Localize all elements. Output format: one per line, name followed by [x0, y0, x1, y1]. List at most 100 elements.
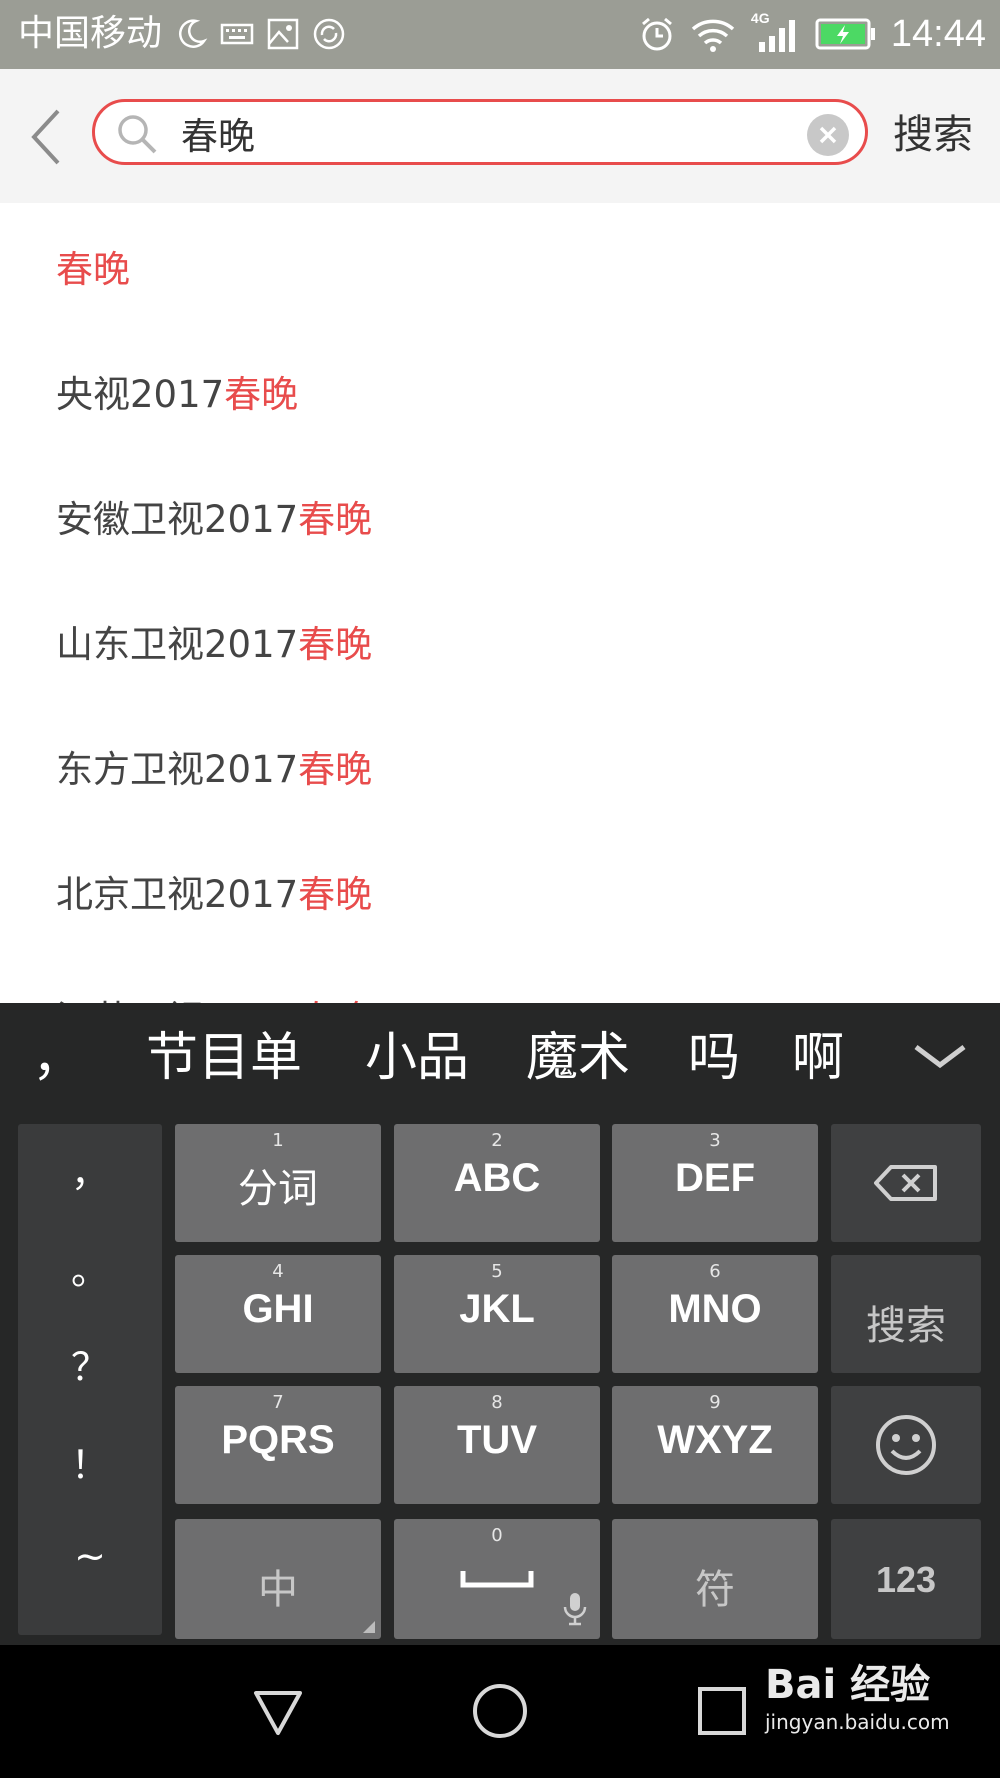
suggestion-item[interactable]: 北京卫视2017 春晚 — [0, 828, 1000, 953]
suggestion-highlight: 春晚 — [298, 872, 373, 916]
signal-icon: 4G — [751, 10, 801, 54]
suggestion-prefix: 北京卫视2017 — [56, 872, 299, 916]
home-circle-icon[interactable] — [470, 1681, 530, 1741]
key-label: PQRS — [221, 1418, 335, 1462]
key-label: JKL — [459, 1287, 535, 1331]
key-label: 分词 — [238, 1166, 318, 1212]
candidate-bar: ， 节目单 小品 魔术 吗 啊 — [0, 1003, 1000, 1111]
key-label: GHI — [242, 1287, 314, 1331]
suggestion-item[interactable]: 东方卫视2017 春晚 — [0, 703, 1000, 828]
search-button[interactable]: 搜索 — [893, 105, 973, 165]
key-3[interactable]: 3 DEF — [612, 1124, 818, 1242]
key-1[interactable]: 1 分词 — [175, 1124, 381, 1242]
suggestion-prefix: 江苏卫视2017 — [56, 989, 298, 1004]
backspace-icon — [874, 1165, 937, 1201]
key-5[interactable]: 5 JKL — [394, 1255, 600, 1373]
search-key[interactable]: 搜索 — [831, 1255, 981, 1373]
corner-triangle-icon — [363, 1621, 375, 1633]
key-number: 8 — [491, 1392, 503, 1413]
suggestion-list: 春晚 央视2017 春晚 安徽卫视2017 春晚 山东卫视2017 春晚 东方卫视20… — [0, 203, 1000, 1004]
key-label: WXYZ — [657, 1418, 773, 1462]
sync-icon — [313, 18, 345, 50]
key-label: ABC — [453, 1156, 541, 1200]
search-input[interactable] — [181, 108, 781, 158]
symbols-key[interactable]: 符 — [612, 1519, 818, 1639]
suggestion-prefix: 山东卫视2017 — [56, 622, 299, 666]
status-bar: 中国移动 4G 14:44 — [0, 0, 1000, 69]
key-number: 5 — [491, 1261, 503, 1282]
battery-charging-icon — [815, 18, 875, 50]
punctuation-key[interactable]: ， — [18, 1142, 162, 1197]
candidate-item[interactable]: 啊 — [792, 1023, 844, 1093]
suggestion-highlight: 春晚 — [298, 622, 373, 666]
suggestion-item[interactable]: 安徽卫视2017 春晚 — [0, 453, 1000, 578]
backspace-key[interactable] — [831, 1124, 981, 1242]
back-triangle-icon[interactable] — [248, 1681, 308, 1741]
key-label: 123 — [875, 1559, 937, 1600]
key-label: 符 — [695, 1567, 735, 1613]
carrier-label: 中国移动 — [18, 13, 163, 54]
alarm-icon — [641, 17, 672, 51]
suggestion-highlight: 春晚 — [224, 372, 299, 416]
image-icon — [267, 18, 299, 50]
suggestion-item[interactable]: 江苏卫视2017春晚 — [0, 953, 1000, 1004]
space-bar-icon — [460, 1571, 534, 1588]
chinese-mode-key[interactable]: 中 — [175, 1519, 381, 1639]
wifi-icon — [691, 19, 735, 52]
key-number: 1 — [272, 1130, 284, 1151]
suggestion-item[interactable]: 央视2017 春晚 — [0, 328, 1000, 453]
suggestion-highlight: 春晚 — [298, 747, 373, 791]
suggestion-highlight: 春晚 — [298, 989, 372, 1004]
candidate-item[interactable]: 节目单 — [146, 1023, 302, 1093]
key-6[interactable]: 6 MNO — [612, 1255, 818, 1373]
key-number: 0 — [491, 1525, 503, 1546]
key-8[interactable]: 8 TUV — [394, 1386, 600, 1504]
punctuation-key[interactable]: 。 — [18, 1240, 162, 1295]
search-box[interactable] — [92, 99, 868, 165]
candidate-item[interactable]: ， — [32, 1023, 84, 1093]
key-label: 搜索 — [866, 1303, 946, 1349]
chevron-down-icon[interactable] — [910, 1039, 970, 1075]
candidate-item[interactable]: 小品 — [365, 1023, 469, 1093]
emoji-key[interactable] — [831, 1386, 981, 1504]
punctuation-column: ， 。 ？ ！ ~ — [18, 1124, 162, 1635]
ime-keyboard: ， 节目单 小品 魔术 吗 啊 ， 。 ？ ！ ~ 1 分词 2 ABC 3 D… — [0, 1003, 1000, 1645]
clear-search-button[interactable] — [807, 114, 849, 156]
key-label: 中 — [258, 1567, 298, 1613]
suggestion-item[interactable]: 山东卫视2017 春晚 — [0, 578, 1000, 703]
key-number: 6 — [709, 1261, 721, 1282]
search-icon — [118, 115, 157, 154]
search-header: 搜索 — [0, 69, 1000, 203]
key-number: 2 — [491, 1130, 503, 1151]
punctuation-key[interactable]: ！ — [18, 1434, 162, 1489]
baidu-jingyan-watermark: Bai 经验 jingyan.baidu.com — [765, 1660, 950, 1734]
key-label: DEF — [675, 1156, 755, 1200]
candidate-item[interactable]: 吗 — [688, 1023, 740, 1093]
key-number: 4 — [272, 1261, 284, 1282]
punctuation-key[interactable]: ~ — [18, 1534, 162, 1578]
moon-icon — [179, 19, 208, 48]
key-7[interactable]: 7 PQRS — [175, 1386, 381, 1504]
candidate-item[interactable]: 魔术 — [526, 1023, 630, 1093]
key-9[interactable]: 9 WXYZ — [612, 1386, 818, 1504]
suggestion-item[interactable]: 春晚 — [0, 203, 1000, 328]
space-key[interactable]: 0 — [394, 1519, 600, 1639]
back-icon[interactable] — [22, 103, 72, 173]
microphone-icon[interactable] — [562, 1591, 588, 1627]
recents-square-icon[interactable] — [692, 1681, 752, 1741]
key-label: TUV — [457, 1418, 537, 1462]
numeric-key[interactable]: 123 — [831, 1519, 981, 1639]
key-number: 7 — [272, 1392, 284, 1413]
watermark-brand: Bai 经验 — [765, 1662, 931, 1708]
suggestion-highlight: 春晚 — [56, 247, 130, 291]
key-4[interactable]: 4 GHI — [175, 1255, 381, 1373]
close-icon — [819, 126, 837, 144]
suggestion-prefix: 安徽卫视2017 — [56, 497, 299, 541]
key-label: MNO — [668, 1287, 762, 1331]
suggestion-highlight: 春晚 — [298, 497, 373, 541]
punctuation-key[interactable]: ？ — [18, 1336, 162, 1391]
keyboard-icon — [220, 23, 254, 45]
suggestion-prefix: 东方卫视2017 — [56, 747, 299, 791]
key-2[interactable]: 2 ABC — [394, 1124, 600, 1242]
key-number: 3 — [709, 1130, 721, 1151]
